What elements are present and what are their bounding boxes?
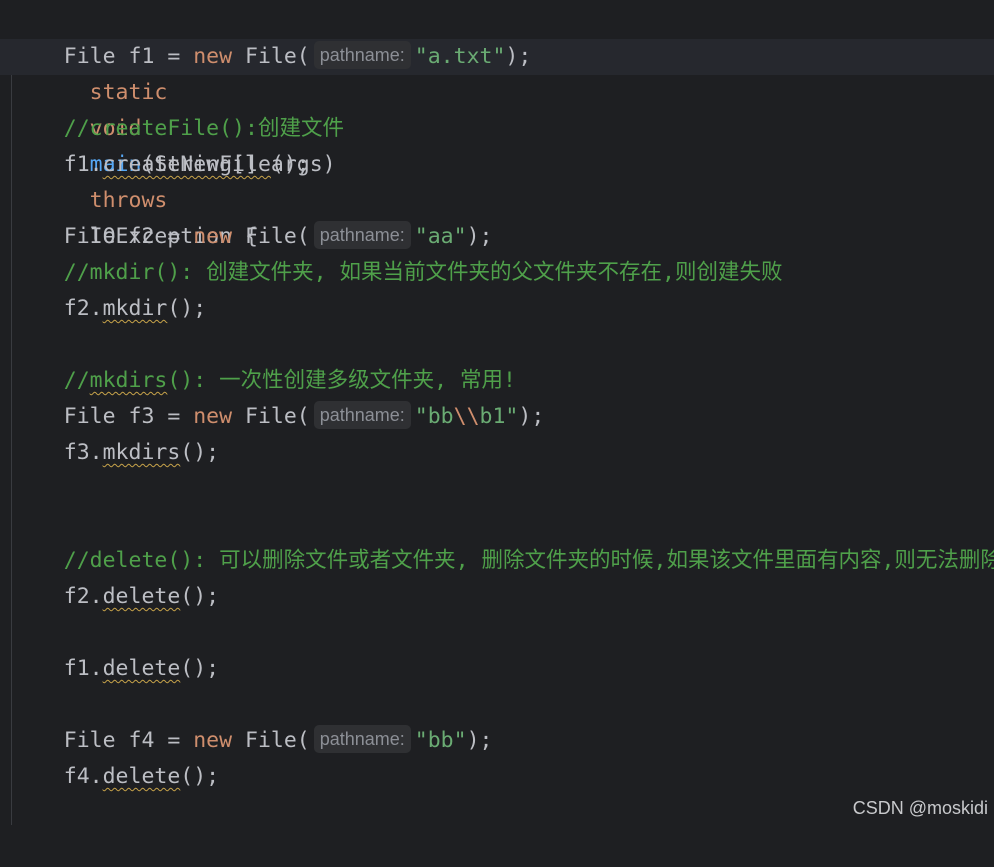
class-file: File( xyxy=(232,404,310,429)
code-text: (); xyxy=(180,584,220,609)
param-hint-pathname: pathname: xyxy=(313,221,411,249)
code-text: File f4 = xyxy=(12,728,194,753)
code-text: ); xyxy=(466,224,493,249)
string-literal: "a.txt" xyxy=(414,44,506,69)
code-line-comment[interactable]: //delete(): 可以删除文件或者文件夹, 删除文件夹的时候,如果该文件里… xyxy=(0,543,994,579)
code-text: File f2 = xyxy=(12,224,194,249)
code-text: (); xyxy=(180,656,220,681)
param-hint-pathname: pathname: xyxy=(313,41,411,69)
code-text: f1. xyxy=(12,152,103,177)
code-line-delete-f1[interactable]: f1.delete(); xyxy=(0,651,994,687)
keyword-new: new xyxy=(193,728,233,753)
code-text: (); xyxy=(180,764,220,789)
code-line-create-new-file[interactable]: f1.createNewFile(); xyxy=(0,147,994,183)
keyword-new: new xyxy=(193,404,233,429)
code-text: ); xyxy=(518,404,545,429)
code-text: f3. xyxy=(12,440,103,465)
code-line-delete-f4[interactable]: f4.delete(); xyxy=(0,759,994,795)
method-call-warning: mkdir xyxy=(102,296,168,321)
code-text: ); xyxy=(505,44,532,69)
keyword-new: new xyxy=(193,44,233,69)
method-call-warning: delete xyxy=(102,764,181,789)
code-text: File f1 = xyxy=(12,44,194,69)
code-text: f2. xyxy=(12,296,103,321)
comment-text: //delete(): 可以删除文件或者文件夹, 删除文件夹的时候,如果该文件里… xyxy=(12,548,994,573)
code-line-file-f4[interactable]: File f4 = new File(pathname: "bb"); xyxy=(0,723,994,759)
param-hint-pathname: pathname: xyxy=(313,725,411,753)
code-text: f4. xyxy=(12,764,103,789)
code-text: File f3 = xyxy=(12,404,194,429)
escape-sequence: \\ xyxy=(453,404,480,429)
string-literal: b1" xyxy=(479,404,519,429)
comment-word-warning: mkdirs xyxy=(89,368,168,393)
class-file: File( xyxy=(232,224,310,249)
method-call-warning: delete xyxy=(102,656,181,681)
code-line-mkdir[interactable]: f2.mkdir(); xyxy=(0,291,994,327)
code-text: f1. xyxy=(12,656,103,681)
class-file: File( xyxy=(232,728,310,753)
code-line-file-f3[interactable]: File f3 = new File(pathname: "bb\\b1"); xyxy=(0,399,994,435)
code-line-comment[interactable]: //mkdirs(): 一次性创建多级文件夹, 常用! xyxy=(0,363,994,399)
code-editor[interactable]: public static void main(String[] args) t… xyxy=(0,0,994,825)
comment-text: //mkdir(): 创建文件夹, 如果当前文件夹的父文件夹不存在,则创建失败 xyxy=(12,260,783,285)
code-line-file-f2[interactable]: File f2 = new File(pathname: "aa"); xyxy=(0,219,994,255)
class-file: File( xyxy=(232,44,310,69)
string-literal: "aa" xyxy=(414,224,467,249)
code-text: (); xyxy=(167,296,207,321)
string-literal: "bb" xyxy=(414,728,467,753)
code-line-delete-f2[interactable]: f2.delete(); xyxy=(0,579,994,615)
comment-text: (): 一次性创建多级文件夹, 常用! xyxy=(167,368,516,393)
param-hint-pathname: pathname: xyxy=(313,401,411,429)
method-call-warning: mkdirs xyxy=(102,440,181,465)
code-text: f2. xyxy=(12,584,103,609)
code-text: ); xyxy=(466,728,493,753)
method-call-warning: createNewFile xyxy=(102,152,271,177)
code-line-comment[interactable]: //mkdir(): 创建文件夹, 如果当前文件夹的父文件夹不存在,则创建失败 xyxy=(0,255,994,291)
code-line-file-f1[interactable]: File f1 = new File(pathname: "a.txt"); xyxy=(0,39,994,75)
keyword-new: new xyxy=(193,224,233,249)
code-line-mkdirs[interactable]: f3.mkdirs(); xyxy=(0,435,994,471)
code-line-comment[interactable]: //createFile():创建文件 xyxy=(0,111,994,147)
code-text: (); xyxy=(270,152,310,177)
code-line-signature[interactable]: public static void main(String[] args) t… xyxy=(0,3,994,249)
method-call-warning: delete xyxy=(102,584,181,609)
comment-text: //createFile():创建文件 xyxy=(12,116,344,141)
comment-text: // xyxy=(12,368,90,393)
keyword-throws: throws xyxy=(89,188,168,213)
watermark: CSDN @moskidi xyxy=(852,798,988,818)
code-text: (); xyxy=(180,440,220,465)
keyword-static: static xyxy=(89,80,168,105)
string-literal: "bb xyxy=(414,404,454,429)
